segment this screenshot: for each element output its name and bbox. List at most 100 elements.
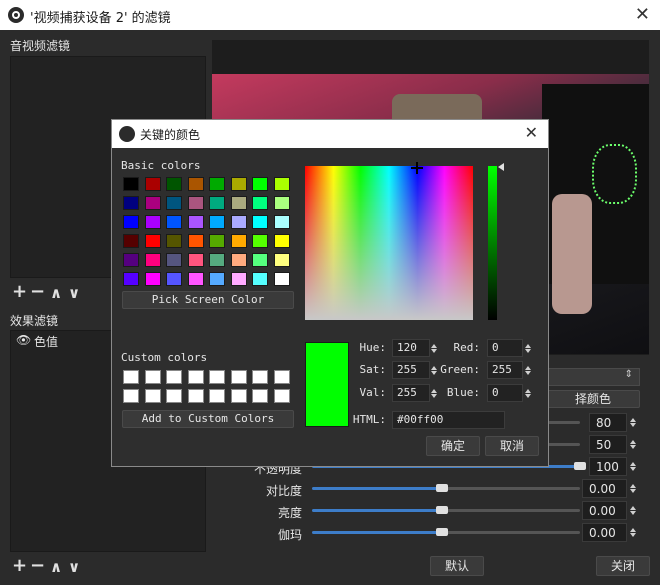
spin-arrows-icon[interactable] [626, 479, 640, 498]
value-pointer-icon[interactable] [498, 163, 504, 171]
basic-color-swatch[interactable] [252, 177, 268, 191]
spin-arrows-icon[interactable] [521, 361, 535, 380]
basic-color-swatch[interactable] [230, 177, 247, 191]
move-up-av-filter-button[interactable]: ∧ [50, 285, 62, 301]
slider-handle[interactable] [436, 528, 448, 536]
basic-color-swatch[interactable] [166, 215, 182, 229]
add-effect-filter-button[interactable]: + [12, 557, 27, 575]
custom-color-swatch[interactable] [273, 370, 290, 384]
slider-value[interactable]: 0.00 [582, 523, 627, 542]
custom-color-swatch[interactable] [166, 389, 182, 403]
basic-color-swatch[interactable] [123, 272, 139, 286]
spin-arrows-icon[interactable] [521, 384, 535, 403]
slider-value[interactable]: 100 [589, 457, 627, 476]
basic-color-swatch[interactable] [230, 272, 247, 286]
ok-button[interactable]: 确定 [426, 436, 480, 456]
basic-color-swatch[interactable] [209, 272, 225, 286]
basic-color-swatch[interactable] [209, 177, 225, 191]
basic-color-swatch[interactable] [187, 196, 204, 210]
basic-color-swatch[interactable] [230, 196, 247, 210]
basic-color-swatch[interactable] [166, 272, 182, 286]
slider-track-fill[interactable] [312, 509, 440, 512]
spin-arrows-icon[interactable] [626, 523, 640, 542]
eye-icon[interactable]: 👁 [16, 333, 31, 347]
basic-color-swatch[interactable] [252, 272, 268, 286]
basic-color-swatch[interactable] [123, 253, 139, 267]
slider-value[interactable]: 80 [589, 413, 627, 432]
remove-effect-filter-button[interactable]: − [30, 557, 45, 575]
slider-value[interactable]: 0.00 [582, 501, 627, 520]
add-to-custom-colors-button[interactable]: Add to Custom Colors [122, 410, 294, 428]
hue-input[interactable]: 120 [392, 339, 430, 357]
basic-color-swatch[interactable] [187, 272, 204, 286]
color-type-dropdown[interactable]: ⇕ [546, 368, 640, 386]
basic-color-swatch[interactable] [273, 177, 290, 191]
basic-color-swatch[interactable] [273, 196, 290, 210]
slider-track-fill[interactable] [312, 531, 440, 534]
custom-color-swatch[interactable] [209, 370, 225, 384]
add-av-filter-button[interactable]: + [12, 283, 27, 301]
basic-color-swatch[interactable] [273, 253, 290, 267]
basic-color-swatch[interactable] [187, 253, 204, 267]
remove-av-filter-button[interactable]: − [30, 283, 45, 301]
basic-color-swatch[interactable] [144, 177, 161, 191]
blue-input[interactable]: 0 [487, 384, 523, 402]
basic-color-swatch[interactable] [230, 215, 247, 229]
basic-color-swatch[interactable] [230, 253, 247, 267]
custom-color-swatch[interactable] [273, 389, 290, 403]
custom-color-swatch[interactable] [166, 370, 182, 384]
basic-color-swatch[interactable] [252, 234, 268, 248]
slider-track[interactable] [440, 487, 580, 490]
spin-arrows-icon[interactable] [626, 457, 640, 476]
basic-color-swatch[interactable] [144, 234, 161, 248]
basic-color-swatch[interactable] [252, 253, 268, 267]
val-input[interactable]: 255 [392, 384, 430, 402]
html-input[interactable]: #00ff00 [392, 411, 505, 429]
slider-track[interactable] [440, 509, 580, 512]
slider-value[interactable]: 50 [589, 435, 627, 454]
custom-color-swatch[interactable] [209, 389, 225, 403]
custom-color-swatch[interactable] [230, 389, 247, 403]
basic-color-swatch[interactable] [273, 234, 290, 248]
window-close-button[interactable]: ✕ [635, 4, 650, 25]
spin-arrows-icon[interactable] [626, 413, 640, 432]
basic-color-swatch[interactable] [144, 253, 161, 267]
move-down-av-filter-button[interactable]: ∨ [68, 285, 80, 301]
basic-color-swatch[interactable] [166, 196, 182, 210]
basic-color-swatch[interactable] [123, 196, 139, 210]
basic-color-swatch[interactable] [273, 272, 290, 286]
slider-track[interactable] [440, 531, 580, 534]
green-input[interactable]: 255 [487, 361, 523, 379]
basic-color-swatch[interactable] [123, 234, 139, 248]
basic-color-swatch[interactable] [144, 272, 161, 286]
spin-arrows-icon[interactable] [626, 501, 640, 520]
basic-color-swatch[interactable] [252, 215, 268, 229]
sat-input[interactable]: 255 [392, 361, 430, 379]
custom-color-swatch[interactable] [230, 370, 247, 384]
basic-color-swatch[interactable] [187, 177, 204, 191]
list-item[interactable]: 👁 色值 [12, 332, 112, 350]
move-up-effect-filter-button[interactable]: ∧ [50, 559, 62, 575]
custom-color-swatch[interactable] [144, 370, 161, 384]
value-strip[interactable] [488, 166, 497, 320]
custom-color-swatch[interactable] [123, 370, 139, 384]
basic-color-swatch[interactable] [166, 177, 182, 191]
slider-track-fill[interactable] [312, 487, 440, 490]
basic-color-swatch[interactable] [144, 196, 161, 210]
custom-color-swatch[interactable] [123, 389, 139, 403]
red-input[interactable]: 0 [487, 339, 523, 357]
slider-handle[interactable] [436, 506, 448, 514]
custom-color-swatch[interactable] [144, 389, 161, 403]
slider-handle[interactable] [436, 484, 448, 492]
basic-color-swatch[interactable] [187, 234, 204, 248]
basic-color-swatch[interactable] [209, 253, 225, 267]
select-color-button[interactable]: 择颜色 [546, 390, 640, 408]
basic-color-swatch[interactable] [230, 234, 247, 248]
basic-color-swatch[interactable] [166, 234, 182, 248]
basic-color-swatch[interactable] [209, 196, 225, 210]
custom-color-swatch[interactable] [187, 370, 204, 384]
basic-color-swatch[interactable] [252, 196, 268, 210]
basic-color-swatch[interactable] [187, 215, 204, 229]
default-button[interactable]: 默认 [430, 556, 484, 576]
crosshair-icon[interactable] [411, 162, 423, 174]
